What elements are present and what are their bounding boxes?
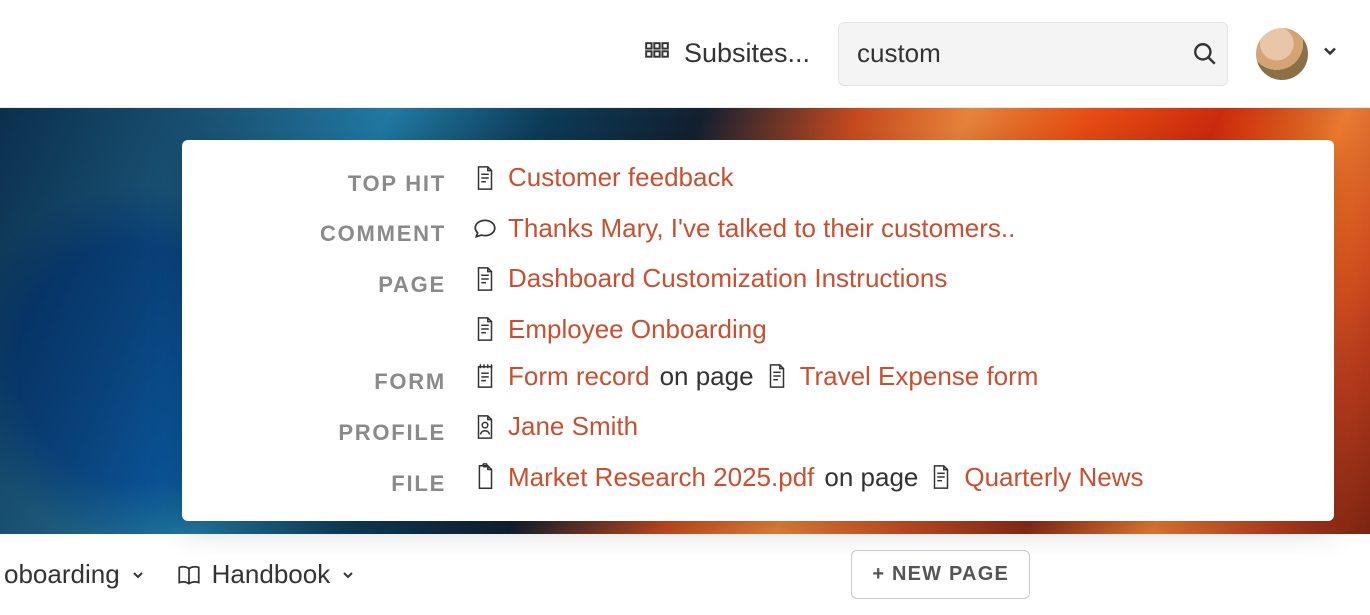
profile-icon [472, 414, 498, 440]
breadcrumb-item[interactable]: oboarding [4, 559, 146, 590]
search-results-dropdown: TOP HIT Customer feedback COMMENT Thanks… [182, 140, 1334, 521]
avatar [1256, 28, 1308, 80]
user-menu[interactable] [1256, 28, 1340, 80]
file-icon [472, 464, 498, 490]
result-link[interactable]: Market Research 2025.pdf [508, 462, 814, 493]
page-icon [472, 165, 498, 191]
subsites-label: Subsites... [684, 38, 810, 69]
result-link[interactable]: Employee Onboarding [508, 314, 767, 345]
comment-icon [472, 215, 498, 241]
search-box[interactable] [838, 22, 1228, 86]
result-row-file[interactable]: FILE Market Research 2025.pdf on page Qu… [182, 454, 1334, 506]
chevron-down-icon [130, 559, 146, 590]
result-page-link[interactable]: Travel Expense form [800, 361, 1039, 392]
result-row-page-2[interactable]: Employee Onboarding [182, 306, 1334, 353]
on-page-text: on page [660, 361, 754, 392]
result-page-link[interactable]: Quarterly News [964, 462, 1143, 493]
breadcrumb-item[interactable]: Handbook [176, 559, 357, 590]
breadcrumb-label: oboarding [4, 559, 120, 590]
form-icon [472, 363, 498, 389]
page-icon [928, 464, 954, 490]
page-icon [764, 363, 790, 389]
category-label: COMMENT [210, 221, 446, 247]
category-label: PROFILE [210, 420, 446, 446]
category-label: FORM [210, 369, 446, 395]
new-page-button[interactable]: + NEW PAGE [851, 550, 1030, 599]
category-label: PAGE [210, 272, 446, 298]
result-link[interactable]: Form record [508, 361, 650, 392]
chevron-down-icon [340, 559, 356, 590]
result-link[interactable]: Jane Smith [508, 411, 638, 442]
search-icon[interactable] [1192, 41, 1218, 67]
grid-icon [644, 41, 670, 67]
book-icon [176, 562, 202, 588]
result-row-page-1[interactable]: PAGE Dashboard Customization Instruction… [182, 255, 1334, 306]
result-row-comment[interactable]: COMMENT Thanks Mary, I've talked to thei… [182, 205, 1334, 256]
chevron-down-icon [1320, 41, 1340, 66]
result-link[interactable]: Customer feedback [508, 162, 733, 193]
breadcrumb-label: Handbook [212, 559, 331, 590]
on-page-text: on page [824, 462, 918, 493]
result-row-form[interactable]: FORM Form record on page Travel Expense … [182, 353, 1334, 404]
result-link[interactable]: Thanks Mary, I've talked to their custom… [508, 213, 1015, 244]
result-row-profile[interactable]: PROFILE Jane Smith [182, 403, 1334, 454]
page-icon [472, 316, 498, 342]
result-row-top-hit[interactable]: TOP HIT Customer feedback [182, 154, 1334, 205]
subsites-dropdown[interactable]: Subsites... [644, 38, 810, 69]
result-link[interactable]: Dashboard Customization Instructions [508, 263, 947, 294]
page-icon [472, 266, 498, 292]
search-input[interactable] [857, 38, 1192, 69]
top-bar: Subsites... [0, 0, 1370, 108]
category-label: TOP HIT [210, 171, 446, 197]
category-label: FILE [210, 471, 446, 497]
bottom-bar: oboarding Handbook + NEW PAGE [0, 534, 1370, 615]
